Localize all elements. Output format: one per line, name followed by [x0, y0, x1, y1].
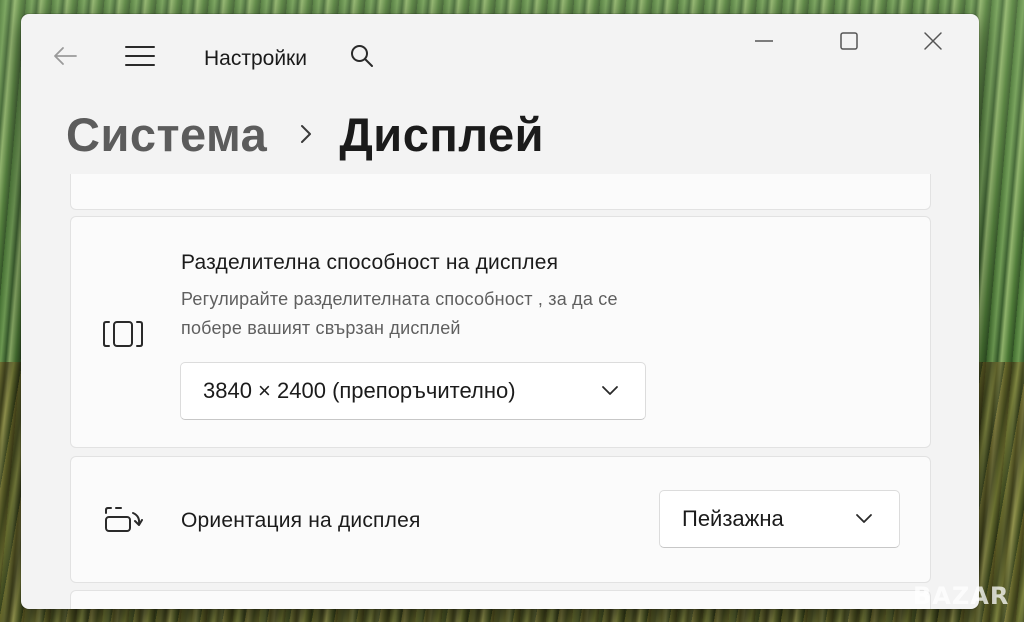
- title-bar: Настройки: [21, 14, 979, 104]
- chevron-right-icon: [299, 123, 313, 145]
- resolution-dropdown-value: 3840 × 2400 (препоръчително): [203, 378, 516, 403]
- resolution-description-line-1: Регулирайте разделителната способност , …: [181, 289, 618, 309]
- search-button[interactable]: [347, 43, 377, 73]
- previous-setting-card: [70, 174, 931, 210]
- orientation-title: Ориентация на дисплея: [181, 509, 421, 532]
- maximize-icon: [839, 31, 859, 56]
- settings-window: Настройки Система Дисплей Разделителна с…: [21, 14, 979, 609]
- resolution-description: Регулирайте разделителната способност , …: [181, 285, 741, 343]
- watermark-logo: BAZAR: [913, 582, 1010, 610]
- navigation-menu-button[interactable]: [123, 44, 157, 72]
- next-setting-card: [70, 590, 931, 609]
- breadcrumb-parent-link[interactable]: Система: [66, 107, 267, 162]
- hamburger-menu-icon: [125, 45, 155, 72]
- orientation-icon: [103, 501, 143, 537]
- back-arrow-icon: [52, 46, 78, 71]
- resolution-icon: [103, 316, 143, 352]
- chevron-down-icon: [849, 504, 879, 534]
- chevron-down-icon: [595, 376, 625, 406]
- close-icon: [923, 31, 943, 56]
- resolution-title: Разделителна способност на дисплея: [181, 251, 559, 274]
- maximize-button[interactable]: [824, 28, 874, 58]
- app-title: Настройки: [204, 47, 307, 70]
- minimize-icon: [754, 31, 774, 56]
- minimize-button[interactable]: [739, 28, 789, 58]
- orientation-dropdown[interactable]: Пейзажна: [659, 490, 900, 548]
- close-button[interactable]: [908, 28, 958, 58]
- resolution-dropdown[interactable]: 3840 × 2400 (препоръчително): [180, 362, 646, 420]
- page-title: Дисплей: [339, 107, 544, 161]
- orientation-setting-card: Ориентация на дисплея Пейзажна: [70, 456, 931, 583]
- search-icon: [349, 43, 375, 74]
- back-button[interactable]: [49, 44, 81, 72]
- orientation-dropdown-value: Пейзажна: [682, 506, 784, 531]
- breadcrumb: Система Дисплей: [66, 102, 544, 166]
- resolution-description-line-2: побере вашият свързан дисплей: [181, 318, 461, 338]
- resolution-setting-card: Разделителна способност на дисплея Регул…: [70, 216, 931, 448]
